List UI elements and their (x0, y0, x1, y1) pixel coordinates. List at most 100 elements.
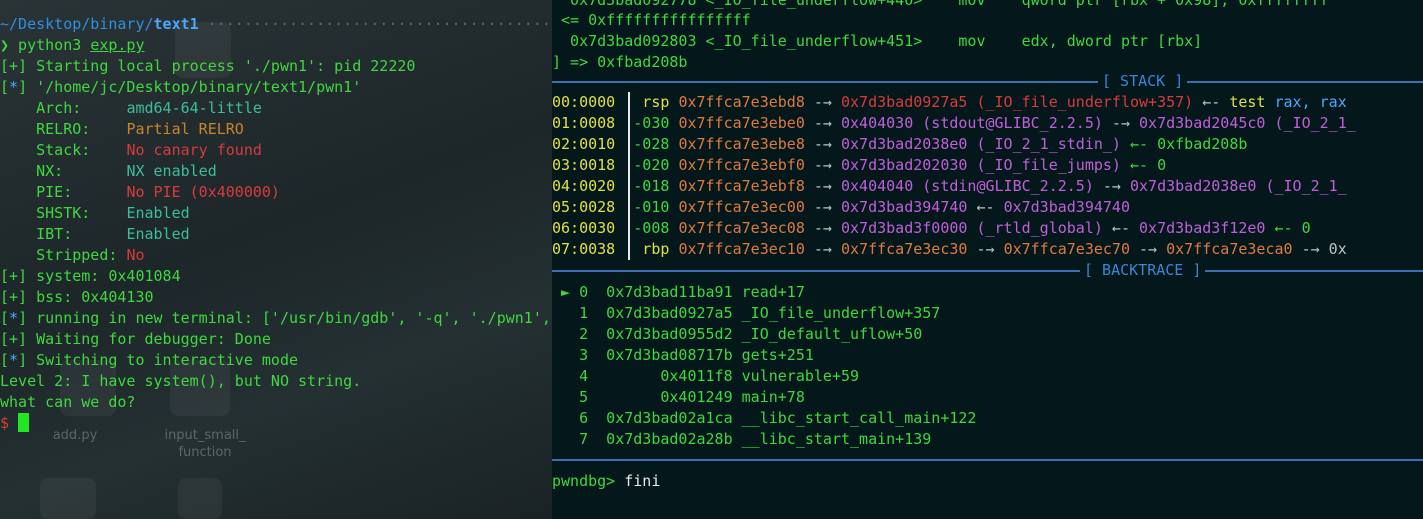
backtrace-row: 4 0x4011f8 vulnerable+59 (552, 366, 859, 387)
stack-index: 00:0000 (552, 93, 616, 111)
left-terminal[interactable]: add.py input_small_ function ~/Desktop/b… (0, 0, 552, 519)
backtrace-row: 7 0x7d3bad02a28b __libc_start_main+139 (552, 429, 931, 450)
command-line: ❯ python3 exp.py (0, 36, 145, 54)
stack-index: 02:0010 (552, 135, 616, 153)
star-marker: * (9, 351, 19, 369)
stack-value: -→ 0x (1292, 240, 1347, 258)
star-marker: * (9, 78, 19, 96)
output-line: [*] Switching to interactive mode (0, 350, 298, 371)
gear-icon (40, 478, 96, 519)
disasm-text: 0x7d3bad092778 <_IO_file_underflow+440> … (552, 0, 1329, 9)
text (552, 304, 579, 322)
checksec-row: Stripped: No (0, 245, 144, 266)
gdb-prompt-line[interactable]: pwndbg> fini (552, 471, 660, 492)
frame-address: 0x401249 (588, 388, 742, 406)
stack-value: 0x7d3bad2045c0 (_IO_2_1_ (1139, 114, 1356, 132)
checksec-key: SHSTK: (0, 204, 127, 222)
current-frame-marker: ► (552, 283, 580, 301)
stack-value: ←- 0xfbad208b (1120, 135, 1248, 153)
checksec-key: Arch: (0, 99, 127, 117)
output-line: [+] bss: 0x404130 (0, 287, 154, 308)
checksec-value: No canary found (126, 141, 262, 159)
frame-function: vulnerable+59 (741, 367, 860, 385)
checksec-value: NX enabled (126, 162, 217, 180)
frame-function: _IO_file_underflow+357 (741, 304, 941, 322)
separator (552, 459, 1423, 461)
output-line: [*] running in new terminal: ['/usr/bin/… (0, 308, 552, 329)
text: [+] bss: 0x404130 (0, 288, 154, 306)
stack-value: -→ (813, 135, 841, 153)
stack-offset: rbp (615, 240, 679, 258)
stack-row: 03:0018 -020 0x7ffca7e3ebf0 -→ 0x7d3bad2… (552, 155, 1166, 176)
text: [+] Waiting for debugger: Done (0, 330, 271, 348)
text (552, 367, 579, 385)
stack-value: 0x7d3bad394740 (1003, 198, 1130, 216)
stack-value: 0x7ffca7e3ec70 (1003, 240, 1130, 258)
star-marker: * (9, 309, 19, 327)
stack-value: ←- (967, 198, 1004, 216)
stack-value: 0x7ffca7e3eca0 (1166, 240, 1293, 258)
desktop-label: input_small_ (164, 428, 246, 443)
stack-value: 0x404030 (stdout@GLIBC_2.2.5) (841, 114, 1103, 132)
stack-row: 05:0028 -010 0x7ffca7e3ec00 -→ 0x7d3bad3… (552, 197, 1130, 218)
disasm-text: 0x7d3bad092803 <_IO_file_underflow+451> … (552, 32, 1203, 50)
backtrace-row: 3 0x7d3bad08717b gets+251 (552, 345, 814, 366)
separator (552, 81, 1423, 83)
text: ] '/home/jc/Desktop/binary/text1/pwn1' (18, 78, 362, 96)
stack-value: -→ (1102, 114, 1140, 132)
stack-value: ←- (1193, 93, 1230, 111)
stack-value: -→ (813, 240, 841, 258)
stack-row: 06:0030 -008 0x7ffca7e3ec08 -→ 0x7d3bad3… (552, 218, 1311, 239)
gdb-terminal[interactable]: 0x7d3bad092778 <_IO_file_underflow+440> … (552, 0, 1423, 519)
disasm-line: <= 0xffffffffffffffff (552, 10, 751, 31)
stack-value: -→ (1093, 177, 1130, 195)
stack-value: ←- 0 (1120, 156, 1167, 174)
text (552, 388, 579, 406)
stack-index: 03:0018 (552, 156, 616, 174)
text: [ (0, 309, 10, 327)
stack-value: -→ (967, 240, 1004, 258)
stack-value: 0x7d3bad2038e0 (_IO_2_1_ (1130, 177, 1347, 195)
stack-value: -→ (813, 93, 841, 111)
stack-address: 0x7ffca7e3ec08 (678, 219, 814, 237)
stack-row: 04:0020 -018 0x7ffca7e3ebf8 -→ 0x404040 … (552, 176, 1347, 197)
output-line: [*] '/home/jc/Desktop/binary/text1/pwn1' (0, 77, 361, 98)
checksec-key: RELRO: (0, 120, 127, 138)
frame-address: 0x7d3bad02a1ca (588, 409, 742, 427)
stack-offset: -020 (615, 156, 679, 174)
frame-number: 2 (579, 325, 589, 343)
stack-value: 0x7d3bad394740 (841, 198, 968, 216)
text (552, 346, 579, 364)
stack-offset: rsp (615, 93, 679, 111)
stack-value: 0x404040 (stdin@GLIBC_2.2.5) (841, 177, 1094, 195)
frame-number: 3 (579, 346, 589, 364)
frame-address: 0x7d3bad08717b (588, 346, 742, 364)
stack-value: 0x7ffca7e3ec30 (841, 240, 968, 258)
stack-value: -→ (813, 114, 841, 132)
checksec-row: RELRO: Partial RELRO (0, 119, 244, 140)
frame-number: 6 (579, 409, 589, 427)
backtrace-row: 2 0x7d3bad0955d2 _IO_default_uflow+50 (552, 324, 922, 345)
disasm-line: 0x7d3bad092803 <_IO_file_underflow+451> … (552, 31, 1202, 52)
text: [+] system: 0x401084 (0, 267, 181, 285)
python-file-icon (178, 478, 222, 519)
stack-value: 0x7d3bad202030 (_IO_file_jumps) (841, 156, 1121, 174)
checksec-value: Enabled (126, 225, 190, 243)
shell-prompt-line[interactable]: $ (0, 413, 30, 434)
text: ] running in new terminal: ['/usr/bin/gd… (18, 309, 552, 327)
disasm-text: <= 0xffffffffffffffff (552, 11, 751, 29)
desktop-label: add.py (52, 428, 98, 443)
backtrace-row: 6 0x7d3bad02a1ca __libc_start_call_main+… (552, 408, 976, 429)
checksec-value: Partial RELRO (126, 120, 244, 138)
desktop-label: function (178, 445, 232, 460)
stack-offset: -008 (615, 219, 679, 237)
stack-value: ←- (1102, 219, 1140, 237)
frame-number: 1 (579, 304, 589, 322)
text: [ (0, 351, 10, 369)
frame-address: 0x7d3bad02a28b (588, 430, 742, 448)
checksec-key: IBT: (0, 225, 127, 243)
frame-number: 4 (579, 367, 589, 385)
stack-value: test (1229, 93, 1275, 111)
checksec-key: NX: (0, 162, 127, 180)
backtrace-row: 5 0x401249 main+78 (552, 387, 805, 408)
